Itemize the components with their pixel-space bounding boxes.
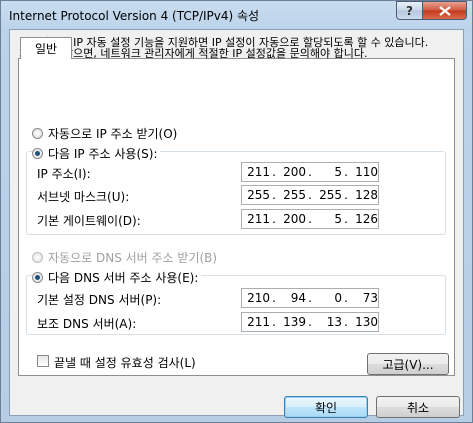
octet-separator: .: [344, 165, 348, 179]
gateway-octet-4: 126: [355, 212, 378, 226]
octet-separator: .: [344, 315, 348, 329]
octet-separator: .: [272, 188, 276, 202]
window-title: Internet Protocol Version 4 (TCP/IPv4) 속…: [9, 9, 260, 23]
close-button[interactable]: [423, 1, 467, 20]
ip-address-field[interactable]: 211. 200. 5. 110: [241, 162, 379, 182]
alternate-dns-octet-3: 13: [326, 315, 342, 329]
dns-auto-radio[interactable]: [32, 252, 43, 263]
ip-auto-option[interactable]: 자동으로 IP 주소 받기(O): [32, 125, 177, 142]
subnet-octet-2: 255: [283, 188, 306, 202]
preferred-dns-label: 기본 설정 DNS 서버(P):: [37, 293, 162, 307]
preferred-dns-octet-4: 73: [362, 291, 378, 305]
ok-button[interactable]: 확인: [284, 396, 368, 418]
octet-separator: .: [272, 165, 276, 179]
alternate-dns-field[interactable]: 211. 139. 13. 130: [241, 312, 379, 332]
octet-separator: .: [308, 315, 312, 329]
octet-separator: .: [344, 291, 348, 305]
gateway-label: 기본 게이트웨이(D):: [37, 214, 141, 228]
ip-address-octet-3: 5: [334, 165, 342, 179]
alternate-dns-octet-4: 130: [355, 315, 378, 329]
octet-separator: .: [308, 212, 312, 226]
preferred-dns-octet-1: 210: [247, 291, 270, 305]
subnet-octet-3: 255: [319, 188, 342, 202]
preferred-dns-field[interactable]: 210. 94. 0. 73: [241, 288, 379, 308]
octet-separator: .: [308, 165, 312, 179]
dns-manual-radio[interactable]: [32, 272, 43, 283]
octet-separator: .: [272, 315, 276, 329]
dns-auto-label: 자동으로 DNS 서버 주소 받기(B): [48, 251, 218, 265]
dns-manual-label: 다음 DNS 서버 주소 사용(E):: [48, 271, 199, 285]
octet-separator: .: [272, 291, 276, 305]
dialog-window: Internet Protocol Version 4 (TCP/IPv4) 속…: [0, 0, 473, 423]
tab-general[interactable]: 일반: [20, 37, 72, 59]
alternate-dns-label: 보조 DNS 서버(A):: [37, 317, 137, 331]
ip-address-label: IP 주소(I):: [37, 167, 91, 181]
ip-address-octet-4: 110: [355, 165, 378, 179]
help-button[interactable]: ?: [396, 1, 423, 20]
advanced-button[interactable]: 고급(V)...: [367, 353, 449, 375]
gateway-octet-2: 200: [283, 212, 306, 226]
alternate-dns-octet-1: 211: [247, 315, 270, 329]
gateway-octet-3: 5: [334, 212, 342, 226]
dns-manual-option[interactable]: 다음 DNS 서버 주소 사용(E):: [32, 269, 202, 286]
cancel-button[interactable]: 취소: [376, 396, 460, 418]
dns-auto-option[interactable]: 자동으로 DNS 서버 주소 받기(B): [32, 249, 217, 266]
gateway-field[interactable]: 211. 200. 5. 126: [241, 209, 379, 229]
ip-address-octet-2: 200: [283, 165, 306, 179]
ip-manual-option[interactable]: 다음 IP 주소 사용(S):: [32, 145, 161, 162]
octet-separator: .: [344, 212, 348, 226]
subnet-mask-label: 서브넷 마스크(U):: [37, 190, 130, 204]
subnet-octet-4: 128: [355, 188, 378, 202]
subnet-mask-field[interactable]: 255. 255. 255. 128: [241, 185, 379, 205]
gateway-octet-1: 211: [247, 212, 270, 226]
ip-manual-radio[interactable]: [32, 148, 43, 159]
preferred-dns-octet-2: 94: [290, 291, 306, 305]
validate-checkbox[interactable]: [37, 355, 49, 367]
title-bar[interactable]: Internet Protocol Version 4 (TCP/IPv4) 속…: [1, 1, 472, 29]
close-icon: [438, 5, 451, 16]
octet-separator: .: [308, 291, 312, 305]
alternate-dns-octet-2: 139: [283, 315, 306, 329]
validate-label[interactable]: 끝낼 때 설정 유효성 검사(L): [54, 354, 196, 371]
ip-address-octet-1: 211: [247, 165, 270, 179]
ip-manual-label: 다음 IP 주소 사용(S):: [48, 147, 158, 161]
octet-separator: .: [272, 212, 276, 226]
octet-separator: .: [308, 188, 312, 202]
subnet-octet-1: 255: [247, 188, 270, 202]
ip-auto-radio[interactable]: [32, 128, 43, 139]
octet-separator: .: [344, 188, 348, 202]
description-text: 네트워크가 IP 자동 설정 기능을 지원하면 IP 설정이 자동으로 할당되도…: [19, 36, 429, 60]
preferred-dns-octet-3: 0: [334, 291, 342, 305]
ip-auto-label: 자동으로 IP 주소 받기(O): [48, 127, 178, 141]
